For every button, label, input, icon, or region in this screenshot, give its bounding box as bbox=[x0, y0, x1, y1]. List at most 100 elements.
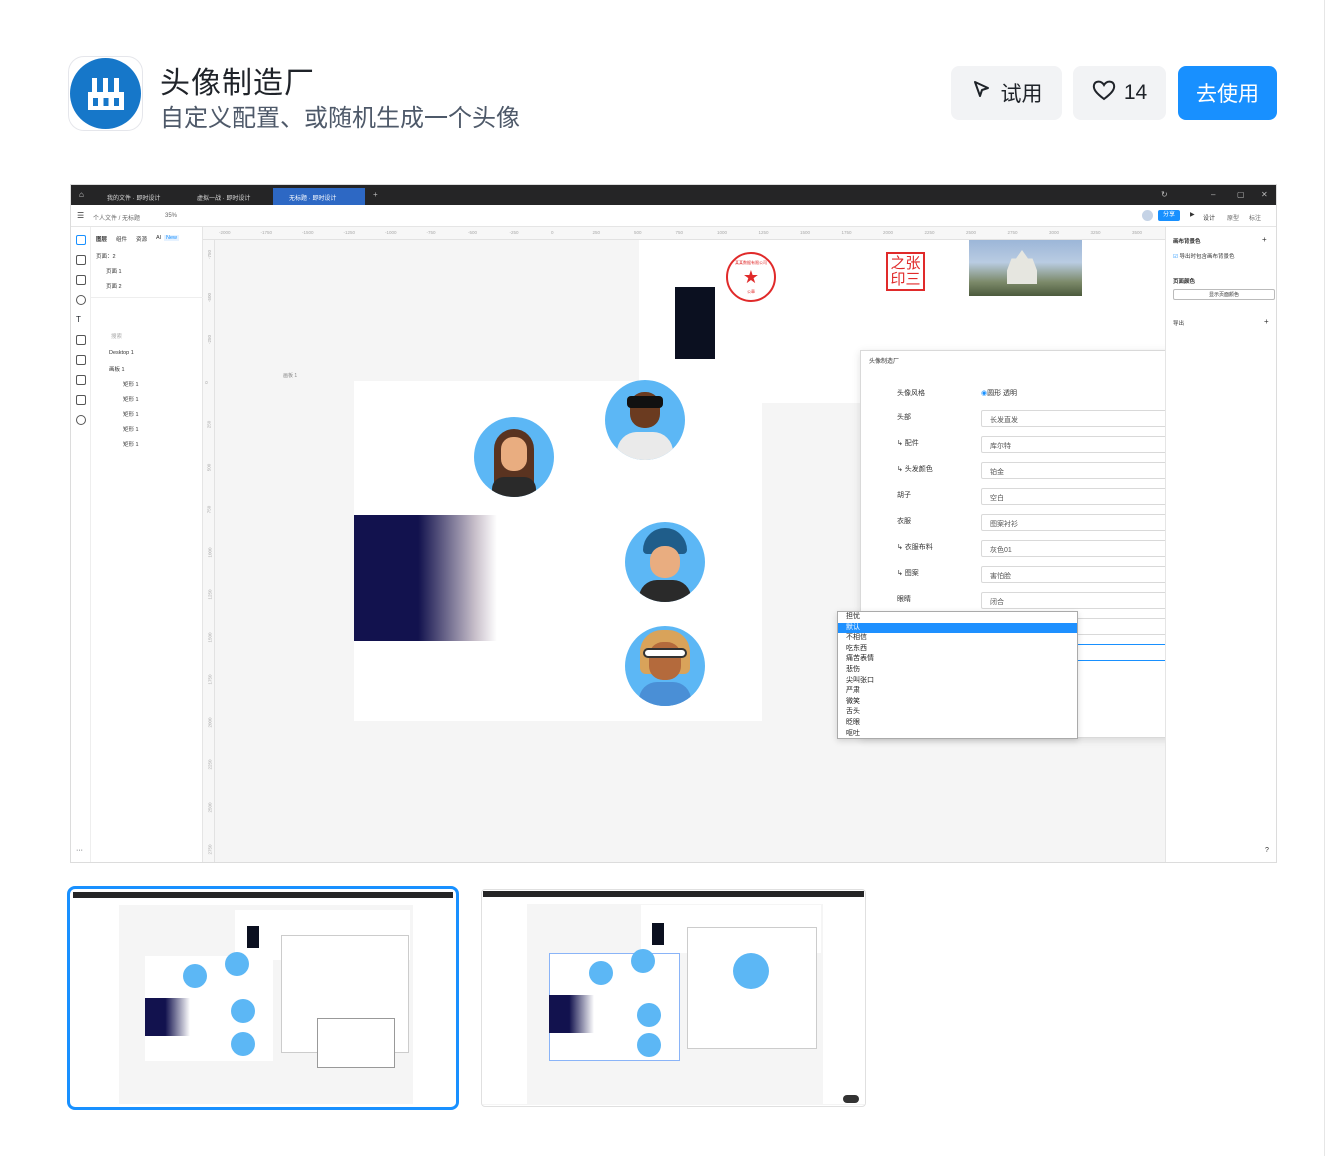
add-export-icon[interactable]: + bbox=[1264, 317, 1269, 326]
more-icon[interactable]: ··· bbox=[76, 847, 83, 854]
mouth-option[interactable]: 不相信 bbox=[838, 633, 1077, 644]
file-path[interactable]: 个人文件 / 无标题 bbox=[93, 213, 140, 222]
ruler-tick: 1750 bbox=[841, 230, 852, 235]
ruler-tick: -250 bbox=[509, 230, 519, 235]
page-scrollbar[interactable] bbox=[1324, 0, 1342, 1156]
avatar-sunglasses bbox=[625, 626, 705, 706]
zoom-level[interactable]: 35% bbox=[165, 213, 177, 219]
layer-rect[interactable]: 矩形 1 bbox=[123, 410, 139, 418]
bg-checkbox[interactable]: ☑ 导出时包含画布背景色 bbox=[1173, 252, 1234, 260]
layer-search[interactable]: 搜索 bbox=[111, 332, 122, 340]
page-item-2[interactable]: 页面 2 bbox=[106, 282, 122, 290]
select-tool-icon[interactable] bbox=[76, 235, 86, 245]
ruler-tick: 2250 bbox=[924, 230, 935, 235]
mouth-option[interactable]: 舌头 bbox=[838, 707, 1077, 718]
field-label: 头部 bbox=[897, 414, 911, 421]
ruler-tick: -1750 bbox=[260, 230, 273, 235]
main-screenshot[interactable]: ⌂ 我的文件 · 即时设计 虚拟一战 · 即时设计 无标题 · 即时设计 + ↻… bbox=[70, 184, 1277, 863]
field-label: 眼睛 bbox=[897, 596, 911, 603]
mouth-option[interactable]: 严肃 bbox=[838, 686, 1077, 697]
menu-icon[interactable]: ☰ bbox=[77, 211, 84, 220]
plugin-tool-icon[interactable] bbox=[76, 395, 86, 405]
field-label: ↳ 衣服布料 bbox=[897, 544, 933, 551]
try-label: 试用 bbox=[1000, 83, 1043, 106]
play-icon[interactable]: ▶ bbox=[1190, 211, 1195, 218]
add-icon[interactable]: + bbox=[1262, 235, 1267, 244]
layer-rect[interactable]: 矩形 1 bbox=[123, 440, 139, 448]
rect-tool-icon[interactable] bbox=[76, 275, 86, 285]
minimize-icon[interactable]: – bbox=[1211, 190, 1215, 199]
search-tool-icon[interactable] bbox=[76, 415, 86, 425]
panel-tab-ai[interactable]: AI bbox=[156, 235, 161, 241]
panel-tab-layers[interactable]: 图层 bbox=[96, 235, 107, 243]
ruler-tick: 2000 bbox=[207, 716, 213, 728]
mouth-dropdown[interactable]: 担忧 默认 不相信 吃东西 痛苦表情 悲伤 尖叫张口 严肃 微笑 舌头 眨眼 呕吐 bbox=[837, 611, 1078, 739]
like-button[interactable]: 14 bbox=[1073, 66, 1166, 120]
design-canvas[interactable]: 画板 1 某某数据有限公司 ★ 公章 之张印三 头像制造厂 头像风格 ◉圆形 透… bbox=[215, 240, 1267, 862]
mouth-option[interactable]: 担忧 bbox=[838, 612, 1077, 623]
mouth-option[interactable]: 默认 bbox=[838, 622, 1077, 634]
mouth-option[interactable]: 呕吐 bbox=[838, 729, 1077, 740]
share-button[interactable]: 分享 bbox=[1158, 210, 1180, 221]
proto-tab[interactable]: 原型 bbox=[1227, 213, 1239, 222]
gradient-rect bbox=[354, 515, 497, 641]
ruler-tick: 250 bbox=[592, 230, 601, 235]
pen-tool-icon[interactable] bbox=[76, 295, 86, 305]
ruler-tick: 2000 bbox=[883, 230, 894, 235]
comment-tool-icon[interactable] bbox=[76, 375, 86, 385]
factory-icon bbox=[70, 58, 141, 129]
thumbnail-1[interactable] bbox=[67, 886, 459, 1110]
design-tab[interactable]: 设计 bbox=[1203, 213, 1215, 222]
tab-1[interactable]: 我的文件 · 即时设计 bbox=[91, 188, 179, 205]
field-label: 胡子 bbox=[897, 492, 911, 499]
layer-artboard[interactable]: 画板 1 bbox=[109, 365, 125, 373]
mouth-option[interactable]: 眨眼 bbox=[838, 718, 1077, 729]
maximize-icon[interactable]: ▢ bbox=[1237, 190, 1245, 199]
thumbnail-2[interactable] bbox=[481, 889, 866, 1107]
layer-rect[interactable]: 矩形 1 bbox=[123, 380, 139, 388]
mouth-option[interactable]: 痛苦表情 bbox=[838, 654, 1077, 665]
ruler-tick: 2750 bbox=[207, 844, 213, 855]
style-radio-group[interactable]: ◉圆形 透明 bbox=[981, 388, 1017, 398]
mouth-option[interactable]: 悲伤 bbox=[838, 665, 1077, 676]
user-avatar[interactable] bbox=[1142, 210, 1153, 221]
tab-3[interactable]: 无标题 · 即时设计 bbox=[273, 188, 365, 205]
mark-tab[interactable]: 标注 bbox=[1249, 213, 1261, 222]
help-icon[interactable]: ? bbox=[1265, 847, 1269, 854]
ruler-tick: 3250 bbox=[1090, 230, 1101, 235]
panel-tab-assets[interactable]: 资源 bbox=[136, 235, 147, 243]
ruler-tick: 2250 bbox=[207, 759, 213, 770]
page-item-1[interactable]: 页面 1 bbox=[106, 267, 122, 275]
ruler-tick: -750 bbox=[426, 230, 436, 235]
mouth-option[interactable]: 吃东西 bbox=[838, 644, 1077, 655]
refresh-icon[interactable]: ↻ bbox=[1161, 190, 1168, 199]
ruler-tick: 500 bbox=[634, 230, 642, 235]
pencil-tool-icon[interactable] bbox=[76, 335, 86, 345]
tab-2[interactable]: 虚拟一战 · 即时设计 bbox=[181, 188, 271, 205]
field-label: ↳ 配件 bbox=[897, 440, 919, 447]
thumb-preview bbox=[73, 892, 456, 1105]
layer-rect[interactable]: 矩形 1 bbox=[123, 395, 139, 403]
layer-rect[interactable]: 矩形 1 bbox=[123, 425, 139, 433]
cursor-click-icon bbox=[971, 79, 993, 107]
text-tool-icon[interactable]: T bbox=[76, 315, 86, 325]
ruler-tick: -1000 bbox=[385, 230, 397, 235]
frame-tool-icon[interactable] bbox=[76, 255, 86, 265]
image-tool-icon[interactable] bbox=[76, 355, 86, 365]
show-page-color-button[interactable]: 显示页面颜色 bbox=[1173, 289, 1275, 300]
try-button[interactable]: 试用 bbox=[951, 66, 1062, 120]
layer-desktop[interactable]: Desktop 1 bbox=[109, 350, 134, 356]
use-button[interactable]: 去使用 bbox=[1178, 66, 1277, 120]
ruler-tick: -750 bbox=[207, 249, 213, 260]
ruler-tick: -2000 bbox=[219, 230, 231, 235]
close-window-icon[interactable]: ✕ bbox=[1261, 190, 1268, 199]
app-detail-page: 头像制造厂 自定义配置、或随机生成一个头像 试用 14 去使用 ⌂ 我的文件 ·… bbox=[0, 0, 1342, 1156]
mouth-option[interactable]: 微笑 bbox=[838, 697, 1077, 708]
panel-tab-components[interactable]: 组件 bbox=[116, 235, 127, 243]
mouth-option[interactable]: 尖叫张口 bbox=[838, 676, 1077, 687]
tool-rail: T ··· bbox=[71, 227, 91, 862]
field-label: 头像风格 bbox=[897, 390, 925, 397]
new-tab-icon[interactable]: + bbox=[373, 190, 378, 199]
new-badge: New bbox=[164, 235, 180, 241]
ruler-top: -2000 -1750 -1500 -1250 -1000 -750 -500 -250 0 25… bbox=[203, 227, 1165, 240]
